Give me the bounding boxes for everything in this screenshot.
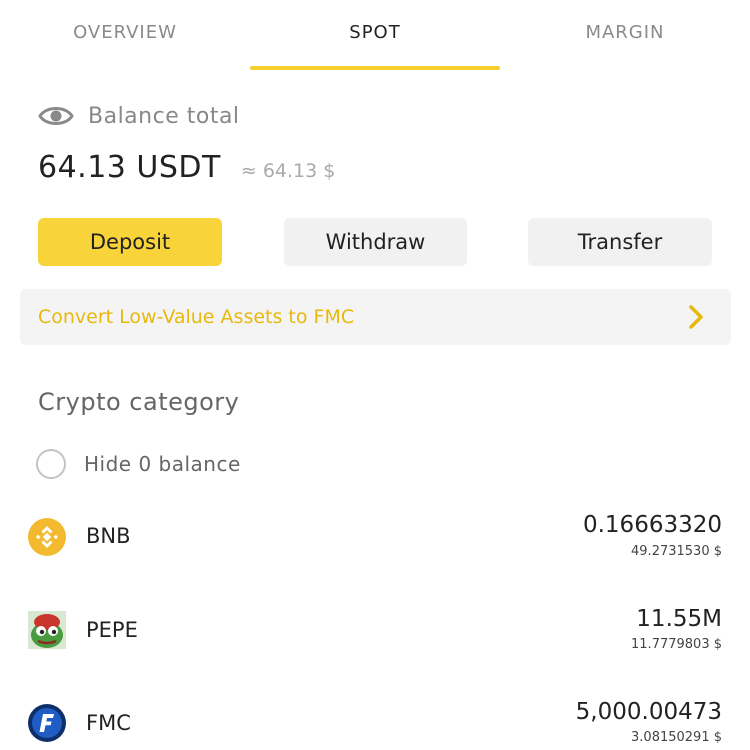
- convert-low-value-assets-banner[interactable]: Convert Low-Value Assets to FMC: [20, 289, 731, 345]
- asset-amount: 11.55M: [636, 606, 722, 632]
- balance-header: Balance total: [38, 102, 240, 130]
- balance-approx-usd: ≈ 64.13 $: [240, 160, 336, 182]
- tab-overview[interactable]: OVERVIEW: [0, 0, 250, 72]
- asset-amount: 0.16663320: [582, 512, 722, 538]
- tab-spot[interactable]: SPOT: [250, 0, 500, 72]
- tab-margin[interactable]: MARGIN: [500, 0, 750, 72]
- asset-usd-value: 49.2731530 $: [631, 544, 722, 559]
- active-tab-indicator: [250, 66, 500, 70]
- hide-zero-label: Hide 0 balance: [84, 452, 241, 476]
- asset-symbol: FMC: [86, 711, 131, 735]
- asset-symbol: BNB: [86, 524, 131, 548]
- eye-icon[interactable]: [38, 102, 74, 130]
- hide-zero-radio[interactable]: [36, 449, 66, 479]
- tab-bar: OVERVIEW SPOT MARGIN: [0, 0, 750, 72]
- transfer-button[interactable]: Transfer: [528, 218, 712, 266]
- asset-usd-value: 3.08150291 $: [631, 730, 722, 745]
- asset-amount: 5,000.00473: [575, 699, 722, 725]
- withdraw-button[interactable]: Withdraw: [284, 218, 467, 266]
- fmc-logo-icon: [28, 704, 66, 742]
- asset-row-pepe[interactable]: PEPE 11.55M 11.7779803 $: [0, 590, 750, 670]
- asset-symbol: PEPE: [86, 618, 138, 642]
- balance-row: 64.13 USDT ≈ 64.13 $: [38, 150, 335, 185]
- deposit-button[interactable]: Deposit: [38, 218, 222, 266]
- hide-zero-balance-toggle[interactable]: Hide 0 balance: [36, 449, 241, 479]
- bnb-logo-icon: [28, 518, 66, 556]
- asset-row-bnb[interactable]: BNB 0.16663320 49.2731530 $: [0, 497, 750, 577]
- asset-row-fmc[interactable]: FMC 5,000.00473 3.08150291 $: [0, 683, 750, 750]
- balance-value: 64.13 USDT: [38, 150, 221, 185]
- balance-label: Balance total: [88, 103, 240, 129]
- pepe-logo-icon: [28, 611, 66, 649]
- chevron-right-icon: [689, 305, 703, 329]
- asset-usd-value: 11.7779803 $: [631, 637, 722, 652]
- crypto-category-title: Crypto category: [38, 388, 240, 416]
- convert-label: Convert Low-Value Assets to FMC: [38, 306, 355, 328]
